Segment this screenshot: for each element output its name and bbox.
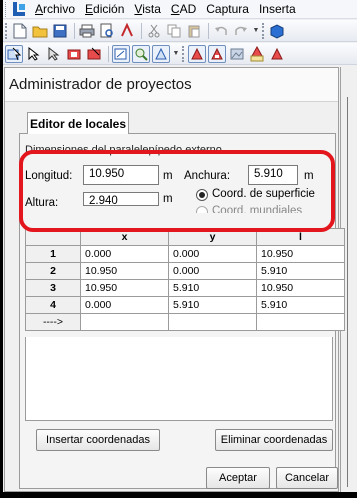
dimensions-group-title: Dimensiones del paralelepípedo externo: [25, 144, 222, 156]
redo-icon[interactable]: [232, 22, 250, 40]
surface-coords-label: Coord. de superficie: [212, 188, 315, 200]
accept-button[interactable]: Aceptar: [206, 467, 270, 489]
toolbar-separator: [141, 22, 142, 39]
export-pdf-icon[interactable]: [118, 22, 136, 40]
height-input[interactable]: 2.940: [83, 192, 159, 206]
table-row: 3 10.950 5.910 10.950: [25, 279, 345, 297]
cell-y[interactable]: 0.000: [168, 262, 257, 280]
cell-l[interactable]: 10.950: [256, 245, 345, 263]
menu-cad[interactable]: CAD: [166, 2, 201, 16]
cell-x[interactable]: 0.000: [80, 296, 169, 314]
cell-x[interactable]: 10.950: [80, 279, 169, 297]
row-number[interactable]: 2: [25, 262, 81, 280]
tab-room-editor[interactable]: Editor de locales: [27, 112, 129, 134]
paste-icon[interactable]: [185, 22, 203, 40]
surface-coords-radio[interactable]: [196, 189, 208, 201]
column-header-y[interactable]: y: [168, 228, 257, 246]
zoom-tool-icon[interactable]: [132, 44, 150, 63]
row-number[interactable]: 4: [25, 296, 81, 314]
cell-y[interactable]: 0.000: [168, 245, 257, 263]
cell-x[interactable]: 10.950: [80, 262, 169, 280]
length-input[interactable]: 10.950: [83, 165, 159, 185]
export-image-icon[interactable]: [228, 45, 246, 63]
new-cell-l[interactable]: [256, 313, 345, 331]
cancel-button[interactable]: Cancelar: [276, 467, 338, 489]
height-label: Altura:: [25, 197, 59, 209]
menubar-grip[interactable]: [5, 1, 9, 17]
cad-toolbar: ▼: [3, 43, 357, 65]
column-header-x[interactable]: x: [80, 228, 169, 246]
table-header-row: x y l: [25, 228, 345, 246]
group-bottom-mask: [23, 213, 331, 225]
copy-icon[interactable]: [165, 22, 183, 40]
table-row: 1 0.000 0.000 10.950: [25, 245, 345, 263]
cell-l[interactable]: 5.910: [256, 296, 345, 314]
row-number[interactable]: 1: [25, 245, 81, 263]
export-cad-icon[interactable]: [268, 45, 286, 63]
measure-tool-icon[interactable]: [112, 44, 130, 63]
panel-title: Administrador de proyectos: [5, 68, 338, 102]
length-unit: m: [163, 170, 173, 182]
undo-icon[interactable]: [212, 22, 230, 40]
app-window: Archivo Edición Vista CAD Captura Insert…: [3, 0, 357, 492]
width-label: Anchura:: [184, 170, 231, 182]
toolbar-overflow-icon[interactable]: ▼: [252, 23, 260, 39]
cell-y[interactable]: 5.910: [168, 279, 257, 297]
app-logo-icon: [12, 2, 26, 16]
column-header-l[interactable]: l: [256, 228, 345, 246]
coordinates-table: x y l 1 0.000 0.000 10.950 2 10.950 0.00…: [25, 228, 345, 331]
height-unit: m: [163, 193, 173, 205]
insert-coordinates-button[interactable]: Insertar coordenadas: [36, 429, 160, 451]
delete-coordinates-button[interactable]: Eliminar coordenadas: [215, 429, 333, 451]
cell-y[interactable]: 5.910: [168, 296, 257, 314]
move-tool-icon[interactable]: [45, 45, 63, 63]
cell-l[interactable]: 5.910: [256, 262, 345, 280]
pointer-tool-icon[interactable]: [25, 45, 43, 63]
menu-insertar[interactable]: Inserta: [254, 2, 301, 16]
standard-toolbar: ▼: [3, 20, 357, 42]
open-folder-icon[interactable]: [31, 22, 49, 40]
print-icon[interactable]: [78, 22, 96, 40]
screen-frame: Archivo Edición Vista CAD Captura Insert…: [0, 0, 357, 498]
print-preview-icon[interactable]: [98, 22, 116, 40]
table-row: 2 10.950 0.000 5.910: [25, 262, 345, 280]
toolbar-grip[interactable]: [5, 22, 8, 39]
table-row: 4 0.000 5.910 5.910: [25, 296, 345, 314]
3d-view-icon[interactable]: [268, 22, 286, 40]
cell-x[interactable]: 0.000: [80, 245, 169, 263]
calc-result-icon[interactable]: [188, 44, 206, 63]
rotate-tool-icon[interactable]: [152, 44, 170, 63]
toolbar-separator: [74, 22, 75, 39]
menu-vista[interactable]: Vista: [129, 2, 165, 16]
toolbar-grip[interactable]: [182, 45, 185, 62]
row-number[interactable]: 3: [25, 279, 81, 297]
new-cell-x[interactable]: [80, 313, 169, 331]
luminaire-tool-icon[interactable]: [65, 45, 83, 63]
room-tool-icon[interactable]: [85, 45, 103, 63]
save-icon[interactable]: [51, 22, 69, 40]
report-icon[interactable]: [208, 44, 226, 63]
new-row: ---->: [25, 313, 345, 331]
length-label: Longitud:: [25, 170, 73, 182]
table-empty-area[interactable]: [25, 337, 333, 421]
cell-l[interactable]: 10.950: [256, 279, 345, 297]
menu-edicion[interactable]: Edición: [80, 2, 129, 16]
cut-icon[interactable]: [145, 22, 163, 40]
menu-captura[interactable]: Captura: [201, 2, 254, 16]
export-dxf-icon[interactable]: [248, 45, 266, 63]
menu-bar: Archivo Edición Vista CAD Captura Insert…: [3, 0, 357, 19]
toolbar-overflow-icon[interactable]: ▼: [172, 46, 180, 62]
menu-archivo[interactable]: Archivo: [30, 2, 80, 16]
width-input[interactable]: 5.910: [248, 165, 298, 185]
new-file-icon[interactable]: [11, 22, 29, 40]
width-unit: m: [304, 170, 314, 182]
toolbar-separator: [108, 45, 109, 62]
toolbar-separator: [208, 22, 209, 39]
new-cell-y[interactable]: [168, 313, 257, 331]
corner-header-cell: [25, 228, 81, 246]
new-row-marker[interactable]: ---->: [25, 313, 81, 331]
select-room-icon[interactable]: [5, 44, 23, 63]
toolbar-grip[interactable]: [262, 22, 265, 39]
